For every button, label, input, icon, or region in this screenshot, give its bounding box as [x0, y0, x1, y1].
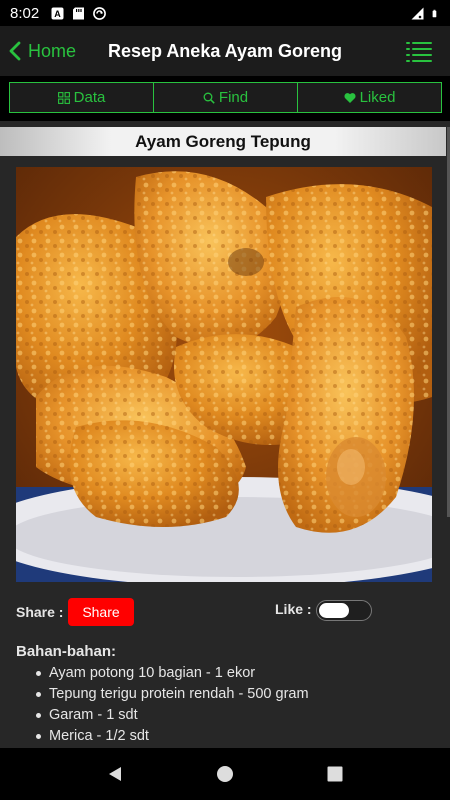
- tab-data[interactable]: Data: [10, 83, 154, 112]
- chevron-left-icon: [9, 41, 21, 61]
- fried-chicken-photo: [16, 167, 432, 582]
- tab-liked[interactable]: Liked: [298, 83, 441, 112]
- recipe-content[interactable]: Ayam Goreng Tepung Share: Share Like: …: [0, 121, 450, 748]
- share-button[interactable]: Share: [68, 598, 134, 626]
- list-item: Merica - 1/2 sdt: [36, 726, 309, 747]
- status-bar: 8:02 A: [0, 0, 450, 26]
- status-icons-right: [411, 7, 440, 20]
- sync-icon: [93, 6, 107, 20]
- nav-back-button[interactable]: [95, 754, 135, 794]
- nav-recents-button[interactable]: [315, 754, 355, 794]
- nav-home-button[interactable]: [205, 754, 245, 794]
- svg-text:A: A: [54, 9, 61, 19]
- recipe-title: Ayam Goreng Tepung: [0, 127, 446, 156]
- signal-icon: [411, 7, 424, 19]
- like-toggle-knob: [319, 603, 349, 618]
- tab-find[interactable]: Find: [154, 83, 298, 112]
- circle-home-icon: [217, 766, 233, 782]
- sd-card-icon: [73, 7, 85, 19]
- ingredients-title: Bahan-bahan:: [16, 643, 117, 660]
- search-icon: [203, 92, 215, 104]
- menu-list-icon[interactable]: [406, 40, 432, 62]
- app-header: Home Resep Aneka Ayam Goreng: [0, 26, 450, 76]
- heart-icon: [344, 92, 356, 103]
- share-label: Share :: [16, 604, 64, 620]
- triangle-back-icon: [109, 767, 121, 781]
- list-item: Ayam potong 10 bagian - 1 ekor: [36, 663, 309, 684]
- like-toggle[interactable]: [316, 600, 372, 621]
- recipe-photo: [16, 167, 432, 582]
- ingredients-list: Ayam potong 10 bagian - 1 ekor Tepung te…: [36, 663, 309, 747]
- list-item: Garam - 1 sdt: [36, 705, 309, 726]
- a-icon: A: [51, 7, 64, 19]
- square-recents-icon: [327, 766, 343, 782]
- back-home-label: Home: [28, 40, 77, 61]
- like-label: Like :: [275, 601, 312, 617]
- list-item: Tepung terigu protein rendah - 500 gram: [36, 684, 309, 705]
- grid-icon: [57, 91, 70, 104]
- tab-data-label: Data: [73, 89, 106, 106]
- tab-find-label: Find: [218, 89, 249, 106]
- status-time: 8:02: [10, 4, 40, 22]
- status-icons-left: A: [51, 6, 107, 20]
- tab-liked-label: Liked: [359, 89, 396, 106]
- tab-bar: Data Find Liked: [9, 82, 442, 113]
- battery-icon: [432, 9, 437, 17]
- back-home-link[interactable]: Home: [0, 41, 76, 62]
- system-nav-bar: [0, 748, 450, 800]
